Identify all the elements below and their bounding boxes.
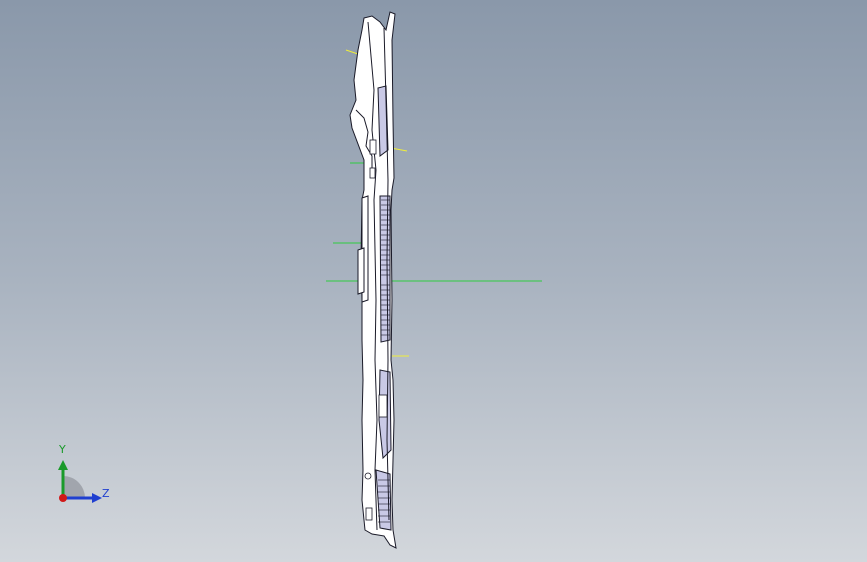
clip-feature-4: [365, 507, 373, 521]
bracket-left-2: [357, 247, 365, 295]
clip-feature-2: [369, 167, 376, 179]
hole-feature: [364, 472, 372, 480]
axis-label-z: Z: [102, 487, 110, 500]
clip-feature-1: [369, 139, 377, 155]
clip-feature-3: [378, 394, 388, 418]
part-body: [349, 11, 397, 549]
axis-label-y: Y: [59, 443, 66, 456]
part-model-side-view[interactable]: [0, 0, 867, 562]
coordinate-triad: Y Z: [48, 438, 120, 510]
cad-viewport[interactable]: Y Z: [0, 0, 867, 562]
